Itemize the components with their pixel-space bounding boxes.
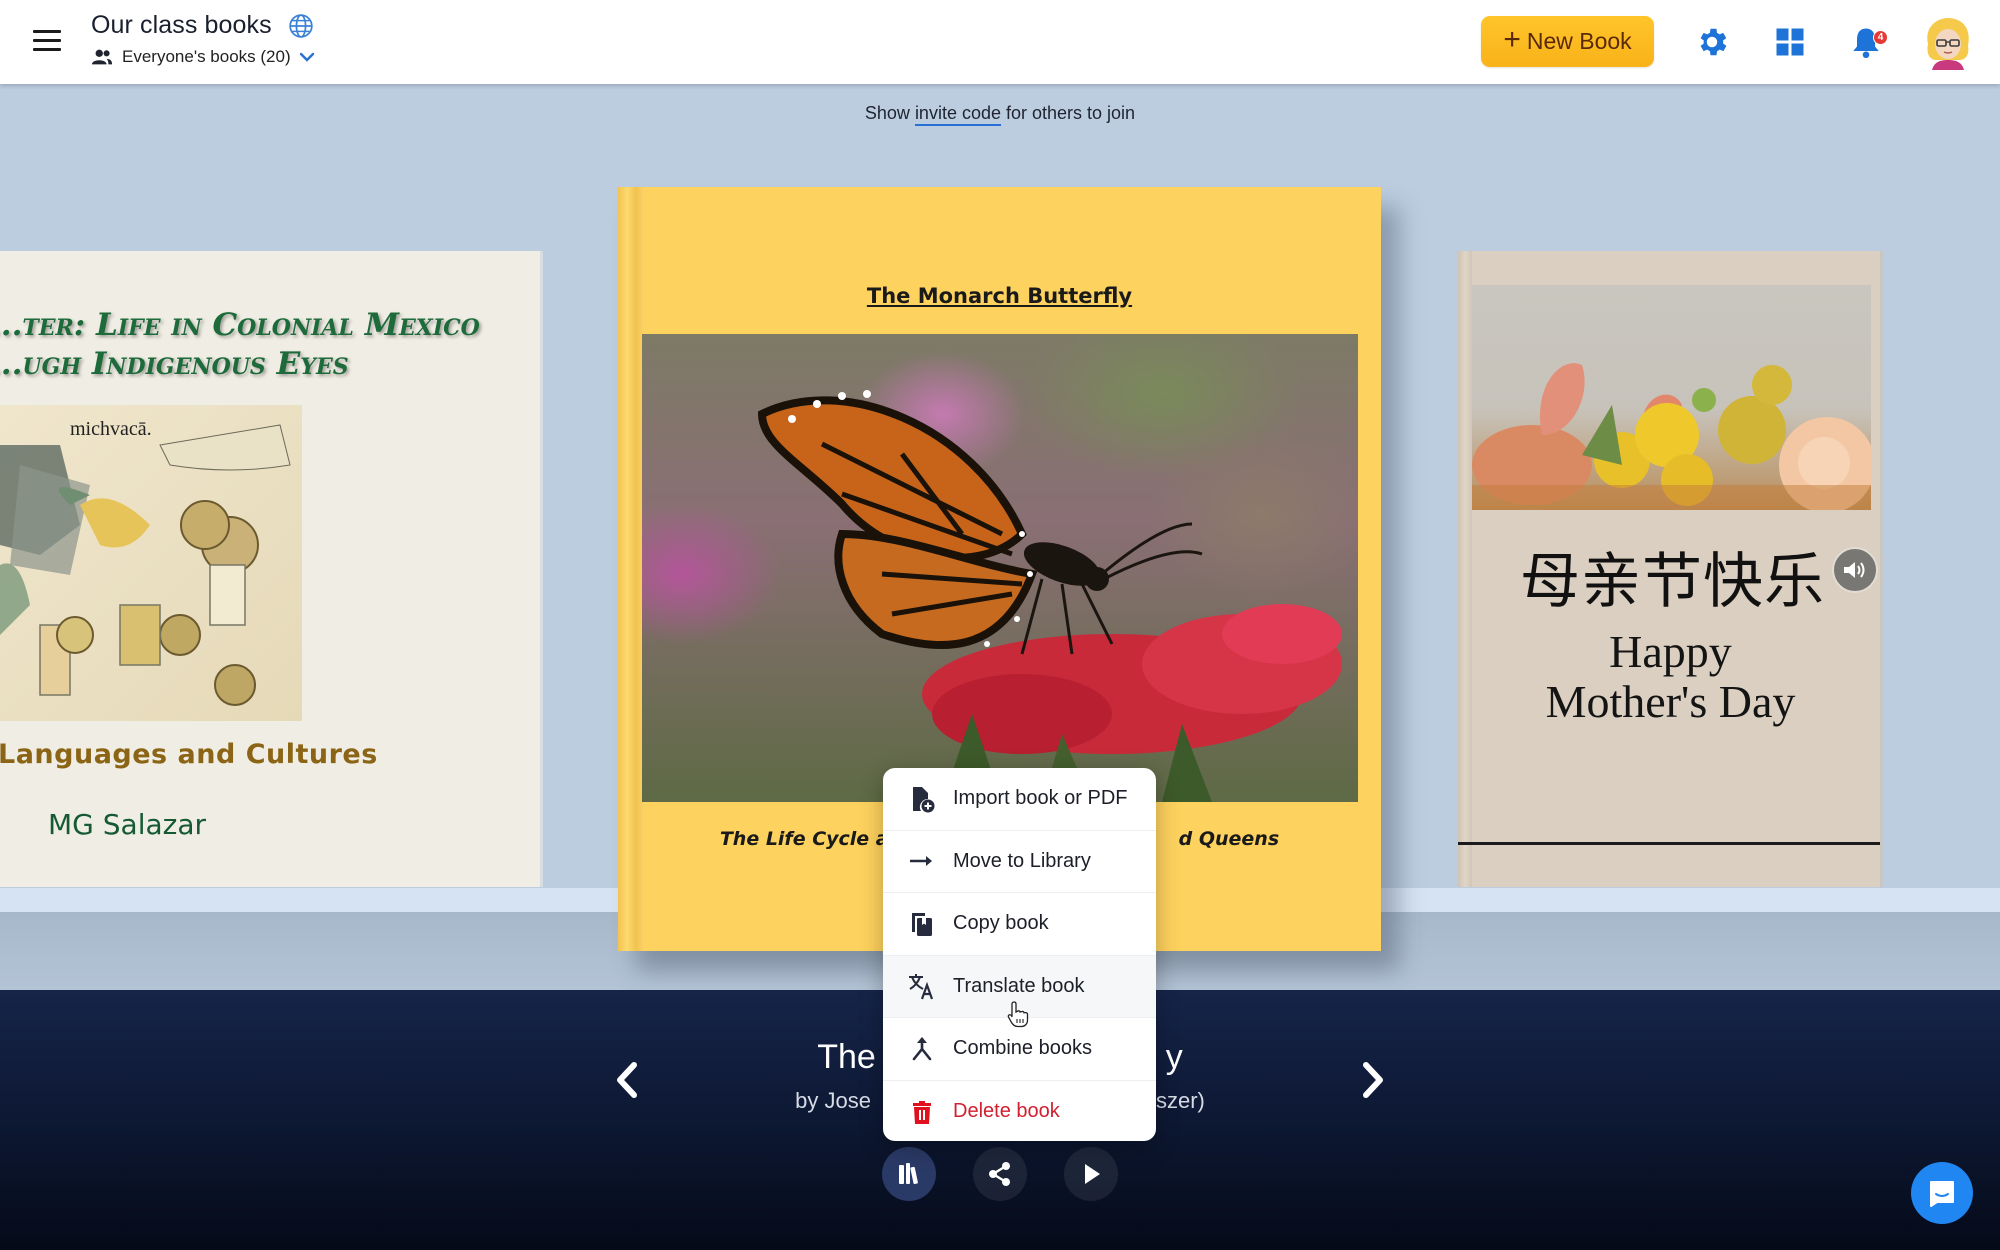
hamburger-line <box>33 48 61 51</box>
globe-icon[interactable] <box>288 13 314 39</box>
new-book-label: New Book <box>1526 28 1632 54</box>
book-cover-title: The Monarch Butterfly <box>866 284 1133 308</box>
flower-bouquet-photo <box>1472 285 1871 510</box>
chat-button[interactable] <box>1911 1162 1973 1224</box>
library-selector[interactable]: Everyone's books (20) <box>91 46 315 68</box>
audio-play-button[interactable] <box>1832 547 1878 593</box>
menu-item-label: Import book or PDF <box>953 787 1128 810</box>
menu-item-label: Delete book <box>953 1100 1060 1123</box>
butterfly <box>757 390 1203 655</box>
book-actions-menu: Import book or PDF Move to Library Copy … <box>883 768 1156 1141</box>
codex-caption: michvacā. <box>70 418 152 440</box>
menu-item-move-to-library[interactable]: Move to Library <box>883 831 1156 893</box>
monarch-butterfly-photo <box>642 334 1358 802</box>
book-cover-chinese-title: 母亲节快乐 <box>1520 547 1825 617</box>
title-right: y <box>1165 1038 1183 1076</box>
hamburger-line <box>33 39 61 42</box>
book-cover-mothers-day[interactable]: 母亲节快乐 Happy Mother's Day <box>1458 251 1883 887</box>
avatar[interactable] <box>1922 16 1974 70</box>
book-cover-colonial-mexico[interactable]: ...ter: Life in Colonial Mexico ...ugh I… <box>0 251 543 887</box>
menu-item-label: Move to Library <box>953 849 1091 872</box>
menu-item-label: Combine books <box>953 1037 1092 1060</box>
menu-button[interactable] <box>30 26 66 56</box>
chevron-left-icon[interactable] <box>608 1055 648 1105</box>
menu-item-import[interactable]: Import book or PDF <box>883 768 1156 831</box>
translate-icon <box>907 971 937 1001</box>
book-cover-english-title: Happy Mother's Day <box>1458 626 1880 727</box>
title-left: The <box>817 1038 876 1076</box>
people-icon <box>91 49 113 65</box>
library-button[interactable] <box>882 1147 936 1201</box>
menu-item-label: Translate book <box>953 974 1085 997</box>
codex-illustration: michvacā. <box>0 405 302 721</box>
invite-banner: Show invite code for others to join <box>0 103 2000 126</box>
book-cover-title: ...ter: Life in Colonial Mexico ...ugh I… <box>0 307 480 382</box>
author-right: szer) <box>1155 1088 1205 1113</box>
hamburger-menu-icon <box>33 30 61 33</box>
share-button[interactable] <box>973 1147 1027 1201</box>
app-header: Our class books Everyone's books (20) + … <box>0 0 2000 84</box>
menu-item-delete[interactable]: Delete book <box>883 1081 1156 1142</box>
subtitle-left: The Life Cycle a <box>719 828 889 850</box>
play-button[interactable] <box>1064 1147 1118 1201</box>
play-icon <box>1085 1164 1100 1184</box>
chat-icon <box>1930 1181 1954 1207</box>
copy-icon <box>907 909 937 939</box>
book-cover-author: MG Salazar <box>48 808 206 841</box>
books-icon <box>899 1163 918 1185</box>
page-title: Our class books <box>91 11 272 39</box>
plus-icon: + <box>1503 23 1521 56</box>
menu-item-copy[interactable]: Copy book <box>883 893 1156 956</box>
arrow-right-icon <box>907 846 937 876</box>
hand-cursor-icon <box>1007 1001 1029 1028</box>
invite-suffix: for others to join <box>1001 103 1136 123</box>
invite-prefix: Show <box>864 103 915 123</box>
chevron-down-icon <box>299 52 314 62</box>
book-cover-subtitle: Languages and Cultures <box>0 739 378 770</box>
merge-icon <box>907 1034 937 1064</box>
subtitle-right: d Queens <box>1178 828 1280 850</box>
library-selector-label: Everyone's books (20) <box>122 47 291 66</box>
english-title-line2: Mother's Day <box>1545 676 1796 727</box>
gear-icon[interactable] <box>1694 24 1730 60</box>
share-icon <box>989 1162 1010 1186</box>
menu-item-label: Copy book <box>953 912 1049 935</box>
cover-divider <box>1458 842 1880 845</box>
english-title-line1: Happy <box>1609 626 1732 677</box>
speaker-icon <box>1844 562 1865 578</box>
chevron-right-icon[interactable] <box>1352 1055 1392 1105</box>
trash-icon <box>907 1097 937 1127</box>
new-book-button[interactable]: + New Book <box>1481 16 1654 67</box>
grid-icon[interactable] <box>1772 24 1808 60</box>
author-left: by Jose <box>795 1088 871 1113</box>
invite-code-link[interactable]: invite code <box>914 103 1001 126</box>
file-add-icon <box>907 784 937 814</box>
notification-badge: 4 <box>1873 30 1888 45</box>
book-spine <box>1458 251 1472 887</box>
